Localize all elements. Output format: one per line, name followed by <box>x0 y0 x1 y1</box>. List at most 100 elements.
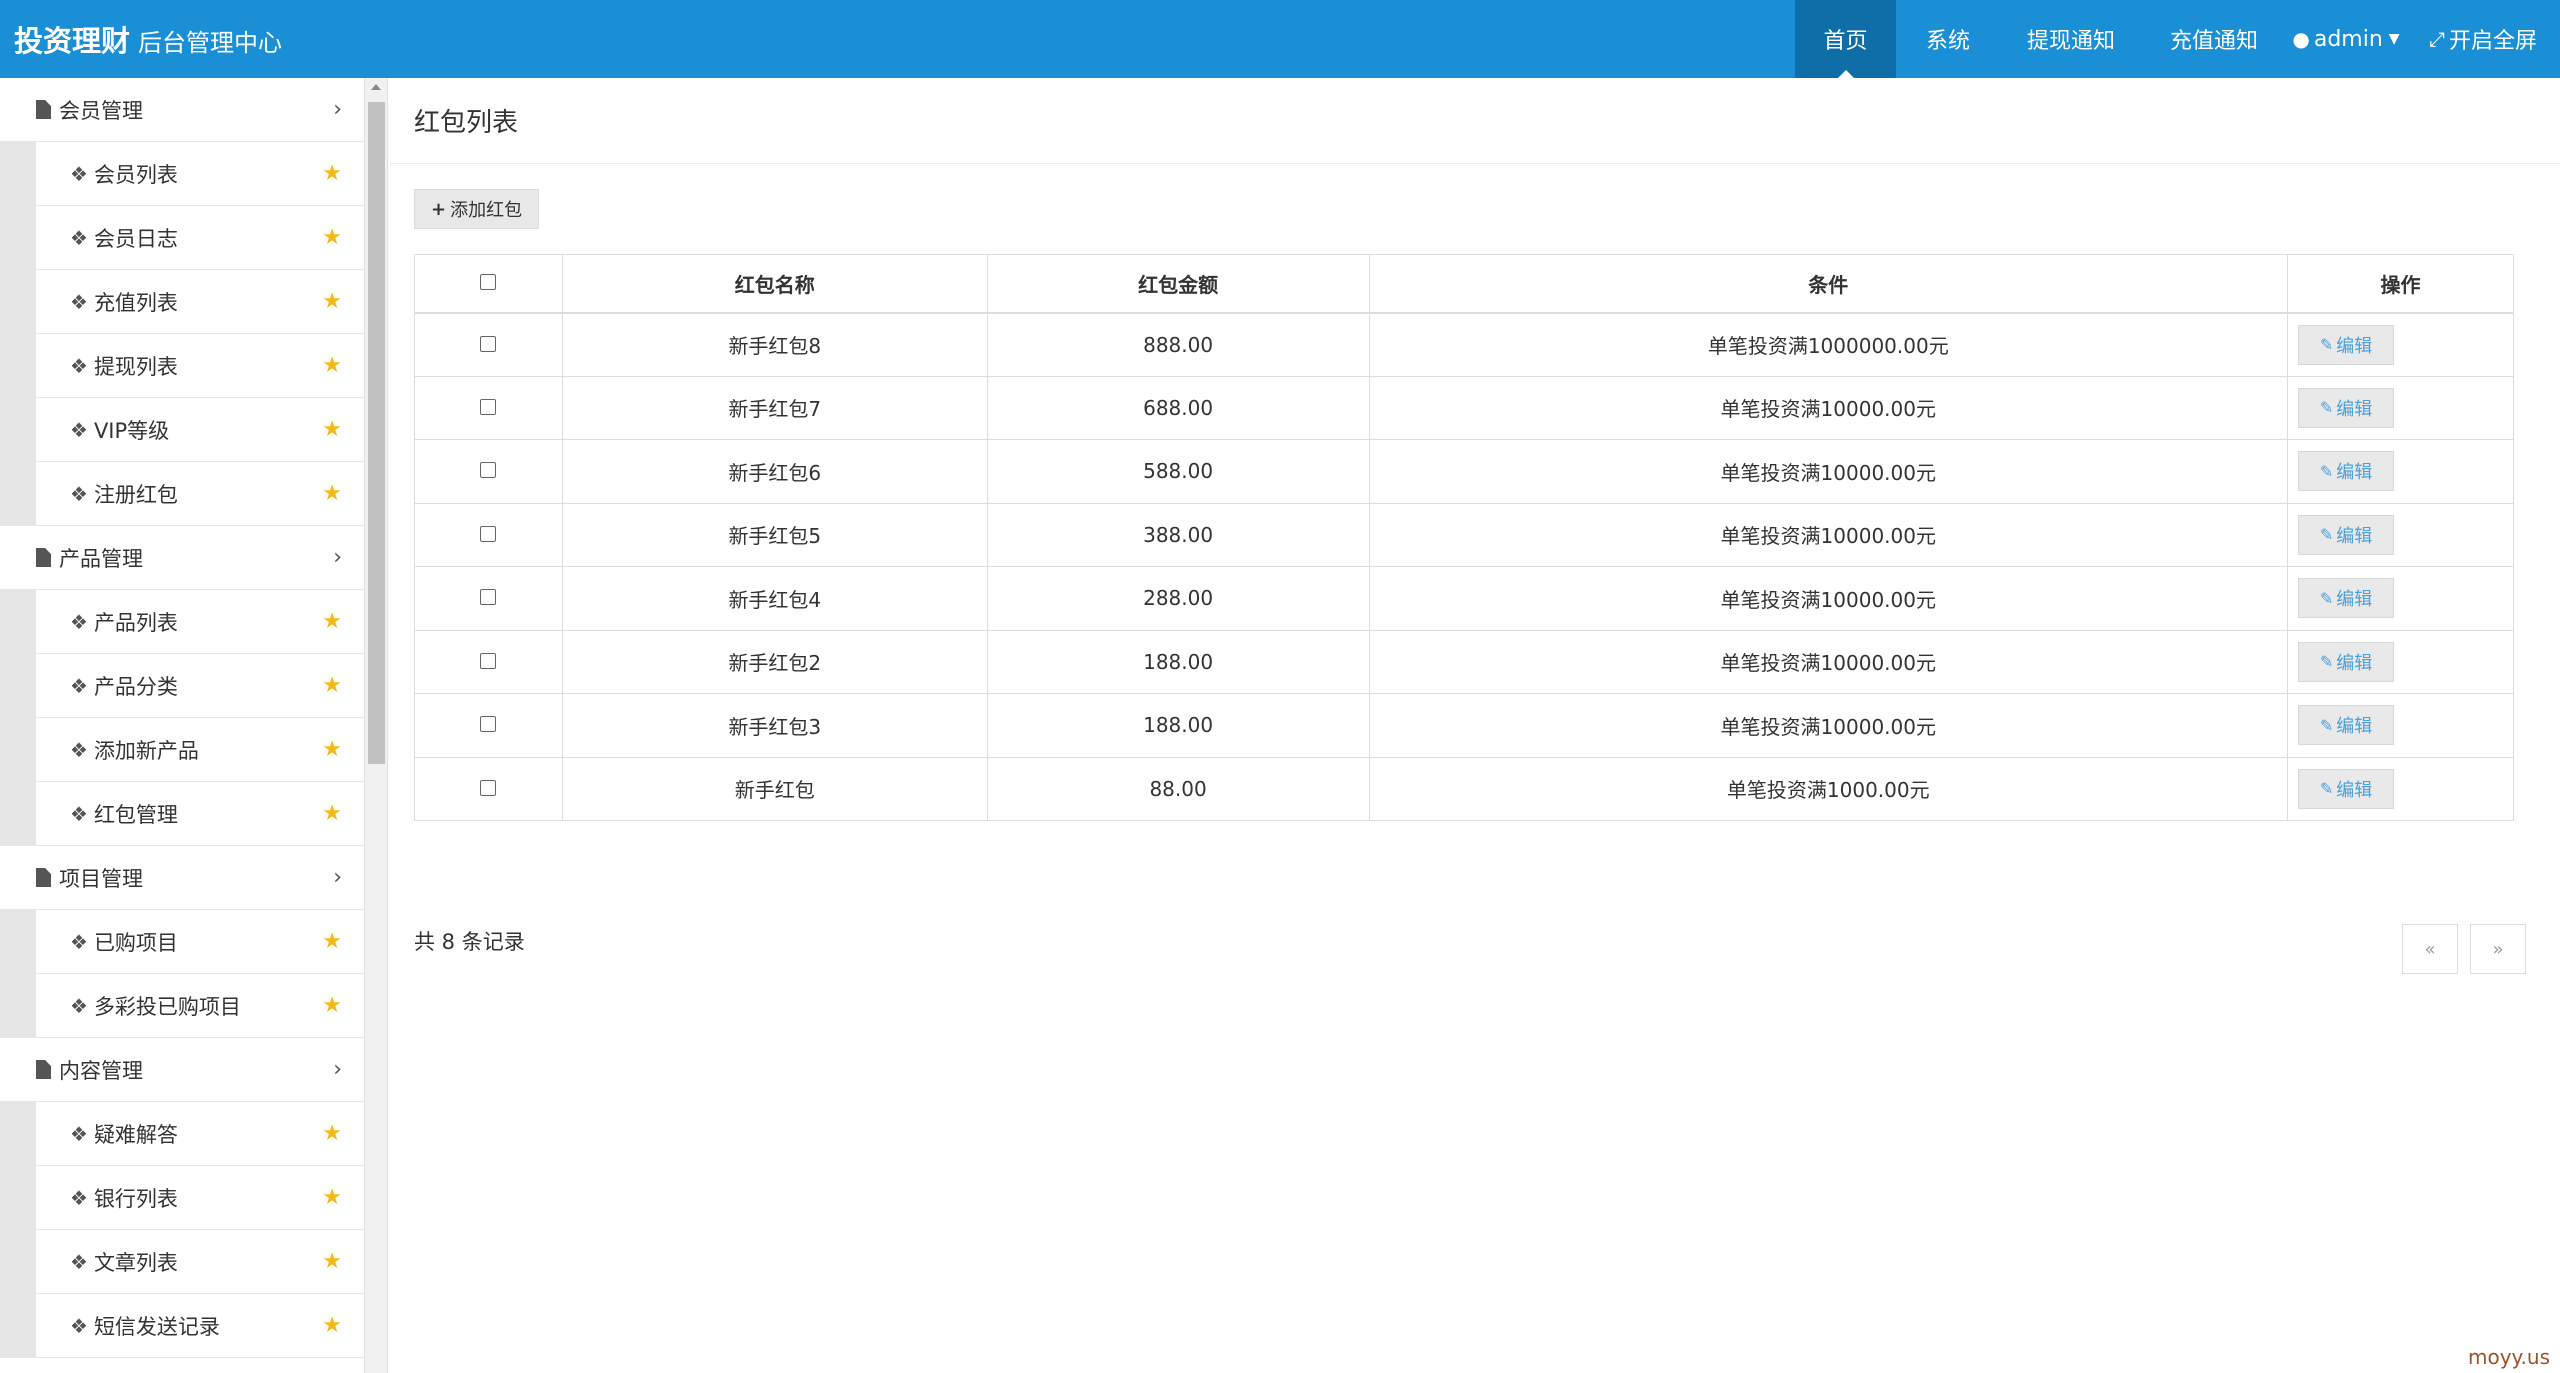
star-icon[interactable]: ★ <box>322 609 342 634</box>
row-checkbox[interactable] <box>480 589 497 606</box>
row-checkbox[interactable] <box>480 779 497 796</box>
column-header-condition[interactable]: 条件 <box>1368 254 2289 314</box>
next-page-button[interactable]: » <box>2470 924 2526 974</box>
star-icon[interactable]: ★ <box>322 161 342 186</box>
sidebar-item-label: 银行列表 <box>93 1186 178 1211</box>
nav-system[interactable]: 系统 <box>1896 0 2000 78</box>
sidebar-item[interactable]: ❖ 会员列表 ★ <box>36 142 364 206</box>
nav-recharge-notice[interactable]: 充值通知 <box>2142 0 2286 78</box>
sidebar-group-products[interactable]: 产品管理 › <box>0 526 364 590</box>
star-icon[interactable]: ★ <box>322 993 342 1018</box>
sidebar-item[interactable]: ❖ 会员日志 ★ <box>36 206 364 270</box>
brand[interactable]: 投资理财 后台管理中心 <box>14 18 282 60</box>
nav-fullscreen[interactable]: ⤢ 开启全屏 <box>2406 0 2560 78</box>
add-redpacket-button[interactable]: + 添加红包 <box>414 189 540 229</box>
edit-button[interactable]: ✎ 编辑 <box>2298 578 2395 619</box>
edit-button[interactable]: ✎ 编辑 <box>2298 641 2395 682</box>
edit-button[interactable]: ✎ 编辑 <box>2298 324 2395 365</box>
sidebar-item[interactable]: ❖ 提现列表 ★ <box>36 334 364 398</box>
sidebar-item[interactable]: ❖ 红包管理 ★ <box>36 782 364 846</box>
row-checkbox[interactable] <box>480 398 497 415</box>
star-icon[interactable]: ★ <box>322 673 342 698</box>
sidebar-item-label: 会员日志 <box>93 226 178 251</box>
star-icon[interactable]: ★ <box>322 225 342 250</box>
page-title: 红包列表 <box>414 108 519 138</box>
add-redpacket-label: 添加红包 <box>450 200 523 221</box>
prev-page-button[interactable]: « <box>2402 924 2458 974</box>
sidebar-item[interactable]: ❖ 已购项目 ★ <box>36 910 364 974</box>
fullscreen-icon: ⤢ <box>2428 27 2445 51</box>
edit-button[interactable]: ✎ 编辑 <box>2298 387 2395 428</box>
row-checkbox[interactable] <box>480 525 497 542</box>
chevron-right-icon: › <box>333 865 342 890</box>
sidebar-item[interactable]: ❖ 多彩投已购项目 ★ <box>36 974 364 1038</box>
sidebar-group-content[interactable]: 内容管理 › <box>0 1038 364 1102</box>
puzzle-icon: ❖ <box>70 801 88 826</box>
row-checkbox[interactable] <box>480 652 497 669</box>
edit-icon: ✎ <box>2319 461 2334 481</box>
sidebar-item-label: 提现列表 <box>93 354 178 379</box>
row-select-cell <box>414 629 563 694</box>
star-icon[interactable]: ★ <box>322 929 342 954</box>
file-icon <box>36 100 51 119</box>
star-icon[interactable]: ★ <box>322 1313 342 1338</box>
star-icon[interactable]: ★ <box>322 481 342 506</box>
nav-home[interactable]: 首页 <box>1795 0 1896 78</box>
record-count: 共 8 条记录 <box>414 930 525 954</box>
nav-withdraw-notice[interactable]: 提现通知 <box>2000 0 2142 78</box>
edit-icon: ✎ <box>2319 715 2334 735</box>
row-checkbox[interactable] <box>480 716 497 733</box>
edit-label: 编辑 <box>2336 589 2373 611</box>
nav-withdraw-notice-label: 提现通知 <box>2026 29 2115 54</box>
sidebar-scrollbar[interactable] <box>364 78 388 1373</box>
edit-label: 编辑 <box>2336 335 2373 357</box>
sidebar-item[interactable]: ❖ 短信发送记录 ★ <box>36 1294 364 1358</box>
cell-actions: ✎ 编辑 <box>2287 502 2514 567</box>
nav-admin-dropdown[interactable]: ● admin ▼ <box>2286 0 2406 78</box>
sidebar-item[interactable]: ❖ 疑难解答 ★ <box>36 1102 364 1166</box>
star-icon[interactable]: ★ <box>322 737 342 762</box>
edit-button[interactable]: ✎ 编辑 <box>2298 705 2395 746</box>
star-icon[interactable]: ★ <box>322 1185 342 1210</box>
sidebar-item-label: 已购项目 <box>93 930 178 955</box>
sidebar-item[interactable]: ❖ 充值列表 ★ <box>36 270 364 334</box>
edit-icon: ✎ <box>2319 525 2334 545</box>
row-checkbox[interactable] <box>480 462 497 479</box>
star-icon[interactable]: ★ <box>322 1121 342 1146</box>
sidebar-item[interactable]: ❖ 产品分类 ★ <box>36 654 364 718</box>
sidebar-group-members[interactable]: 会员管理 › <box>0 78 364 142</box>
sidebar-item[interactable]: ❖ 添加新产品 ★ <box>36 718 364 782</box>
cell-amount: 888.00 <box>986 312 1370 377</box>
sidebar-item[interactable]: ❖ 文章列表 ★ <box>36 1230 364 1294</box>
column-header-name[interactable]: 红包名称 <box>561 254 988 314</box>
edit-button[interactable]: ✎ 编辑 <box>2298 768 2395 809</box>
star-icon[interactable]: ★ <box>322 353 342 378</box>
scrollbar-thumb[interactable] <box>368 102 385 764</box>
sidebar-group-projects[interactable]: 项目管理 › <box>0 846 364 910</box>
sidebar-item[interactable]: ❖ 产品列表 ★ <box>36 590 364 654</box>
edit-button[interactable]: ✎ 编辑 <box>2298 514 2395 555</box>
cell-condition: 单笔投资满10000.00元 <box>1368 629 2289 694</box>
cell-name: 新手红包4 <box>561 566 988 631</box>
cell-name: 新手红包6 <box>561 439 988 504</box>
star-icon[interactable]: ★ <box>322 289 342 314</box>
cell-condition: 单笔投资满10000.00元 <box>1368 502 2289 567</box>
column-header-amount[interactable]: 红包金额 <box>986 254 1370 314</box>
cell-amount: 388.00 <box>986 502 1370 567</box>
row-checkbox[interactable] <box>480 335 497 352</box>
cell-amount: 188.00 <box>986 629 1370 694</box>
chevron-right-icon: › <box>333 1057 342 1082</box>
cell-actions: ✎ 编辑 <box>2287 439 2514 504</box>
scroll-up-icon[interactable] <box>371 84 381 90</box>
edit-button[interactable]: ✎ 编辑 <box>2298 451 2395 492</box>
sidebar-item[interactable]: ❖ VIP等级 ★ <box>36 398 364 462</box>
select-all-checkbox[interactable] <box>480 274 497 291</box>
star-icon[interactable]: ★ <box>322 417 342 442</box>
puzzle-icon: ❖ <box>70 1185 88 1210</box>
sidebar-item[interactable]: ❖ 银行列表 ★ <box>36 1166 364 1230</box>
star-icon[interactable]: ★ <box>322 801 342 826</box>
cell-condition: 单笔投资满10000.00元 <box>1368 439 2289 504</box>
sidebar-item[interactable]: ❖ 注册红包 ★ <box>36 462 364 526</box>
cell-condition: 单笔投资满1000000.00元 <box>1368 312 2289 377</box>
star-icon[interactable]: ★ <box>322 1249 342 1274</box>
